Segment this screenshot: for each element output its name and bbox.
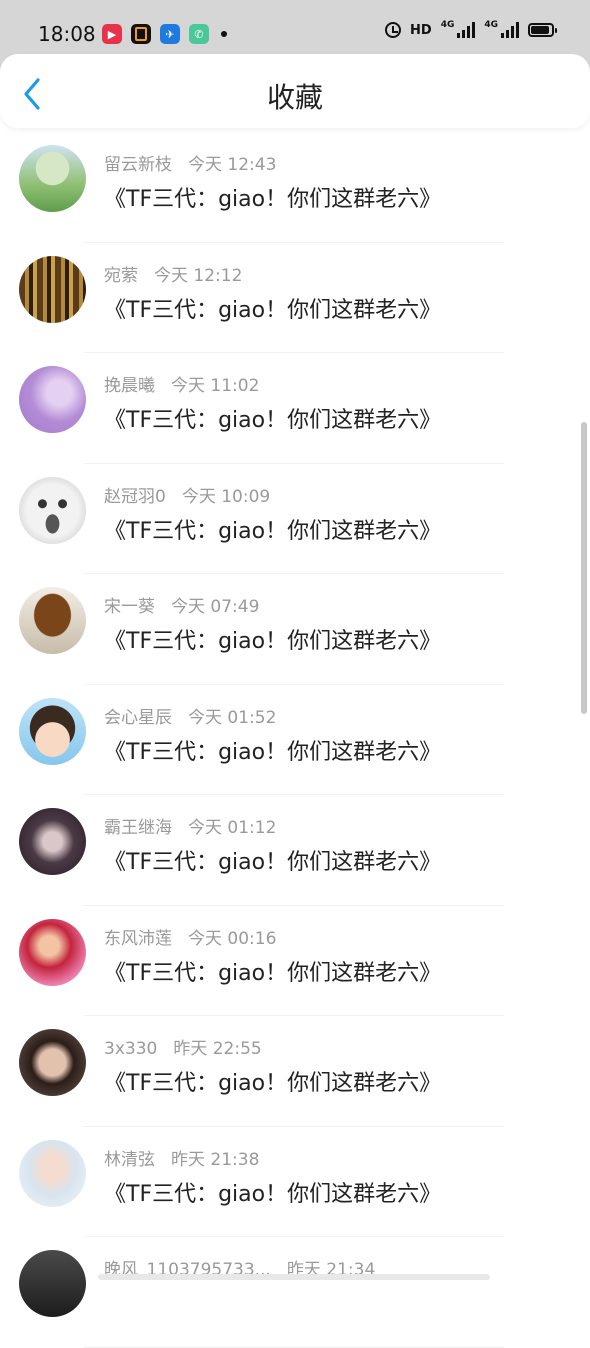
item-author: 霸王继海 (104, 818, 172, 838)
item-author: 会心星辰 (104, 707, 172, 728)
network-label-2: 4G (484, 19, 498, 30)
item-meta: 东风沛莲 今天 00:16 (104, 924, 276, 949)
item-time: 昨天 21:38 (171, 1149, 260, 1170)
avatar[interactable] (19, 1029, 86, 1096)
item-time: 今天 11:02 (171, 376, 260, 396)
notification-icons: ▶ ✈ ✆ (102, 24, 227, 44)
signal-icon-2 (501, 22, 519, 38)
item-time: 今天 12:43 (188, 155, 277, 175)
list-item[interactable]: 挽晨曦 今天 11:02 《TF三代：giao！你们这群老六》 (0, 353, 590, 464)
item-meta: 会心星辰 今天 01:52 (104, 703, 276, 728)
status-time: 18:08 (38, 22, 96, 46)
item-author: 宛萦 (104, 265, 138, 286)
item-title: 《TF三代：giao！你们这群老六》 (104, 960, 442, 986)
item-time: 今天 07:49 (171, 597, 260, 617)
item-author: 挽晨曦 (104, 376, 155, 396)
scrollbar[interactable] (581, 422, 587, 714)
avatar[interactable] (19, 587, 86, 654)
alarm-icon (385, 22, 402, 38)
phone-app-icon: ✆ (189, 24, 209, 44)
hd-label: HD (410, 22, 432, 38)
item-meta: 3x330 昨天 22:55 (104, 1034, 262, 1059)
item-meta: 宋一葵 今天 07:49 (104, 592, 259, 617)
bottom-scroll-indicator (98, 1274, 490, 1280)
video-app-icon: ▶ (102, 24, 122, 44)
status-indicators: HD 4G 4G (385, 19, 557, 38)
avatar[interactable] (19, 366, 86, 433)
battery-level (531, 26, 549, 34)
item-title: 《TF三代：giao！你们这群老六》 (104, 850, 442, 875)
item-title: 《TF三代：giao！你们这群老六》 (104, 518, 442, 544)
list-item[interactable]: 宛萦 今天 12:12 《TF三代：giao！你们这群老六》 (0, 243, 590, 353)
list-item[interactable]: 会心星辰 今天 01:52 《TF三代：giao！你们这群老六》 (0, 685, 590, 795)
orange-app-icon (131, 24, 151, 44)
avatar[interactable] (19, 145, 86, 212)
page-title: 收藏 (266, 81, 323, 114)
item-title: 《TF三代：giao！你们这群老六》 (104, 1181, 442, 1207)
list-item[interactable]: 3x330 昨天 22:55 《TF三代：giao！你们这群老六》 (0, 1016, 590, 1127)
item-meta: 霸王继海 今天 01:12 (104, 813, 276, 838)
item-time: 今天 01:52 (188, 707, 277, 728)
list-item[interactable]: 林清弦 昨天 21:38 《TF三代：giao！你们这群老六》 (0, 1127, 590, 1237)
list-item[interactable]: 东风沛莲 今天 00:16 《TF三代：giao！你们这群老六》 (0, 906, 590, 1016)
item-meta: 宛萦 今天 12:12 (104, 261, 242, 286)
item-time: 昨天 22:55 (173, 1039, 262, 1059)
header: 收藏 (0, 54, 590, 128)
item-time: 今天 00:16 (188, 928, 277, 949)
signal-icon (457, 22, 476, 38)
item-time: 今天 12:12 (154, 265, 243, 286)
avatar[interactable] (19, 918, 86, 986)
divider (84, 1346, 504, 1348)
item-time: 今天 10:09 (181, 486, 271, 507)
network-label-1: 4G (440, 19, 455, 30)
avatar[interactable] (19, 1250, 86, 1317)
list-item[interactable]: 赵冠羽0 今天 10:09 《TF三代：giao！你们这群老六》 (0, 464, 590, 574)
list-item[interactable]: 留云新枝 今天 12:43 《TF三代：giao！你们这群老六》 (0, 132, 590, 243)
item-time: 今天 01:12 (188, 818, 277, 838)
item-author: 3x330 (104, 1039, 158, 1059)
item-meta: 挽晨曦 今天 11:02 (104, 371, 259, 396)
avatar[interactable] (19, 1139, 86, 1207)
item-author: 宋一葵 (104, 597, 155, 617)
avatar[interactable] (19, 697, 86, 765)
item-author: 林清弦 (104, 1149, 155, 1170)
list-item[interactable]: 霸王继海 今天 01:12 《TF三代：giao！你们这群老六》 (0, 795, 590, 906)
item-title: 《TF三代：giao！你们这群老六》 (104, 297, 442, 323)
item-title: 《TF三代：giao！你们这群老六》 (104, 408, 442, 433)
item-title: 《TF三代：giao！你们这群老六》 (104, 629, 442, 654)
avatar[interactable] (19, 476, 86, 544)
item-title: 《TF三代：giao！你们这群老六》 (104, 1071, 442, 1096)
more-notifications-icon (221, 31, 227, 37)
item-author: 留云新枝 (104, 155, 172, 175)
item-meta: 赵冠羽0 今天 10:09 (104, 482, 270, 507)
item-title: 《TF三代：giao！你们这群老六》 (104, 739, 442, 765)
list-item[interactable]: 宋一葵 今天 07:49 《TF三代：giao！你们这群老六》 (0, 574, 590, 685)
list-item[interactable]: 晚风_1103795733... 昨天 21:34 (0, 1237, 590, 1348)
item-meta: 林清弦 昨天 21:38 (104, 1145, 259, 1170)
avatar[interactable] (19, 255, 86, 323)
battery-icon (528, 23, 557, 37)
item-author: 东风沛莲 (104, 928, 172, 949)
avatar[interactable] (19, 808, 86, 875)
item-title: 《TF三代：giao！你们这群老六》 (104, 187, 442, 212)
item-author: 赵冠羽0 (104, 486, 166, 507)
item-meta: 留云新枝 今天 12:43 (104, 150, 276, 175)
blue-app-icon: ✈ (160, 24, 180, 44)
favorites-list: 留云新枝 今天 12:43 《TF三代：giao！你们这群老六》 宛萦 今天 12:12… (0, 132, 590, 1348)
